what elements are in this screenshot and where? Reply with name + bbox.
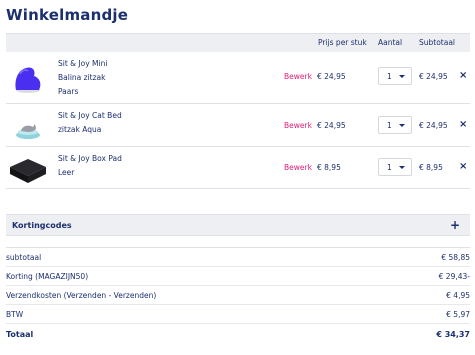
- close-icon[interactable]: ×: [459, 70, 467, 81]
- order-totals: subtotaal € 58,85 Korting (MAGAZIJN50) €…: [6, 247, 470, 346]
- item-subtotal: € 8,95: [419, 163, 443, 172]
- chevron-down-icon: [399, 166, 405, 169]
- totals-row: BTW € 5,97: [6, 305, 470, 324]
- grand-total-label: Totaal: [6, 330, 34, 339]
- purple-beanbag-image[interactable]: [6, 60, 50, 96]
- plus-icon[interactable]: +: [450, 218, 460, 232]
- product-name: Sit & Joy Cat Bed zitzak Aqua: [58, 111, 122, 134]
- edit-link[interactable]: Bewerk: [284, 72, 312, 81]
- chevron-down-icon: [399, 75, 405, 78]
- edit-link[interactable]: Bewerk: [284, 163, 312, 172]
- edit-link[interactable]: Bewerk: [284, 121, 312, 130]
- product-name: Sit & Joy Box Pad Leer: [58, 154, 122, 177]
- item-subtotal: € 24,95: [419, 72, 448, 81]
- page-title: Winkelmandje: [6, 6, 129, 24]
- discount-codes-toggle[interactable]: Kortingcodes +: [6, 214, 470, 236]
- cart-item-row: Sit & Joy Mini Balina zitzak Paars Bewer…: [6, 52, 470, 104]
- cart-item-row: Sit & Joy Cat Bed zitzak Aqua Bewerk € 2…: [6, 104, 470, 147]
- unit-price: € 24,95: [317, 72, 346, 81]
- product-name: Sit & Joy Mini Balina zitzak Paars: [58, 59, 108, 96]
- unit-price: € 24,95: [317, 121, 346, 130]
- totals-row: subtotaal € 58,85: [6, 248, 470, 267]
- close-icon[interactable]: ×: [459, 119, 467, 130]
- column-quantity: Aantal: [378, 38, 403, 47]
- totals-row: Korting (MAGAZIJN50) € 29,43-: [6, 267, 470, 286]
- unit-price: € 8,95: [317, 163, 341, 172]
- grand-total-value: € 34,37: [436, 330, 470, 339]
- column-price: Prijs per stuk: [318, 38, 367, 47]
- discount-codes-label: Kortingcodes: [12, 221, 72, 230]
- quantity-select[interactable]: 1: [378, 67, 412, 85]
- totals-row: Verzendkosten (Verzenden - Verzenden) € …: [6, 286, 470, 305]
- close-icon[interactable]: ×: [459, 161, 467, 172]
- item-subtotal: € 24,95: [419, 121, 448, 130]
- cat-bed-image[interactable]: [6, 109, 50, 145]
- column-subtotal: Subtotaal: [419, 38, 456, 47]
- cart-item-row: Sit & Joy Box Pad Leer Bewerk € 8,95 1 €…: [6, 147, 470, 189]
- box-pad-image[interactable]: [6, 151, 50, 187]
- quantity-select[interactable]: 1: [378, 158, 412, 176]
- quantity-select[interactable]: 1: [378, 116, 412, 134]
- cart-table-header: Prijs per stuk Aantal Subtotaal: [6, 33, 470, 52]
- grand-total-row: Totaal € 34,37: [6, 324, 470, 346]
- chevron-down-icon: [399, 124, 405, 127]
